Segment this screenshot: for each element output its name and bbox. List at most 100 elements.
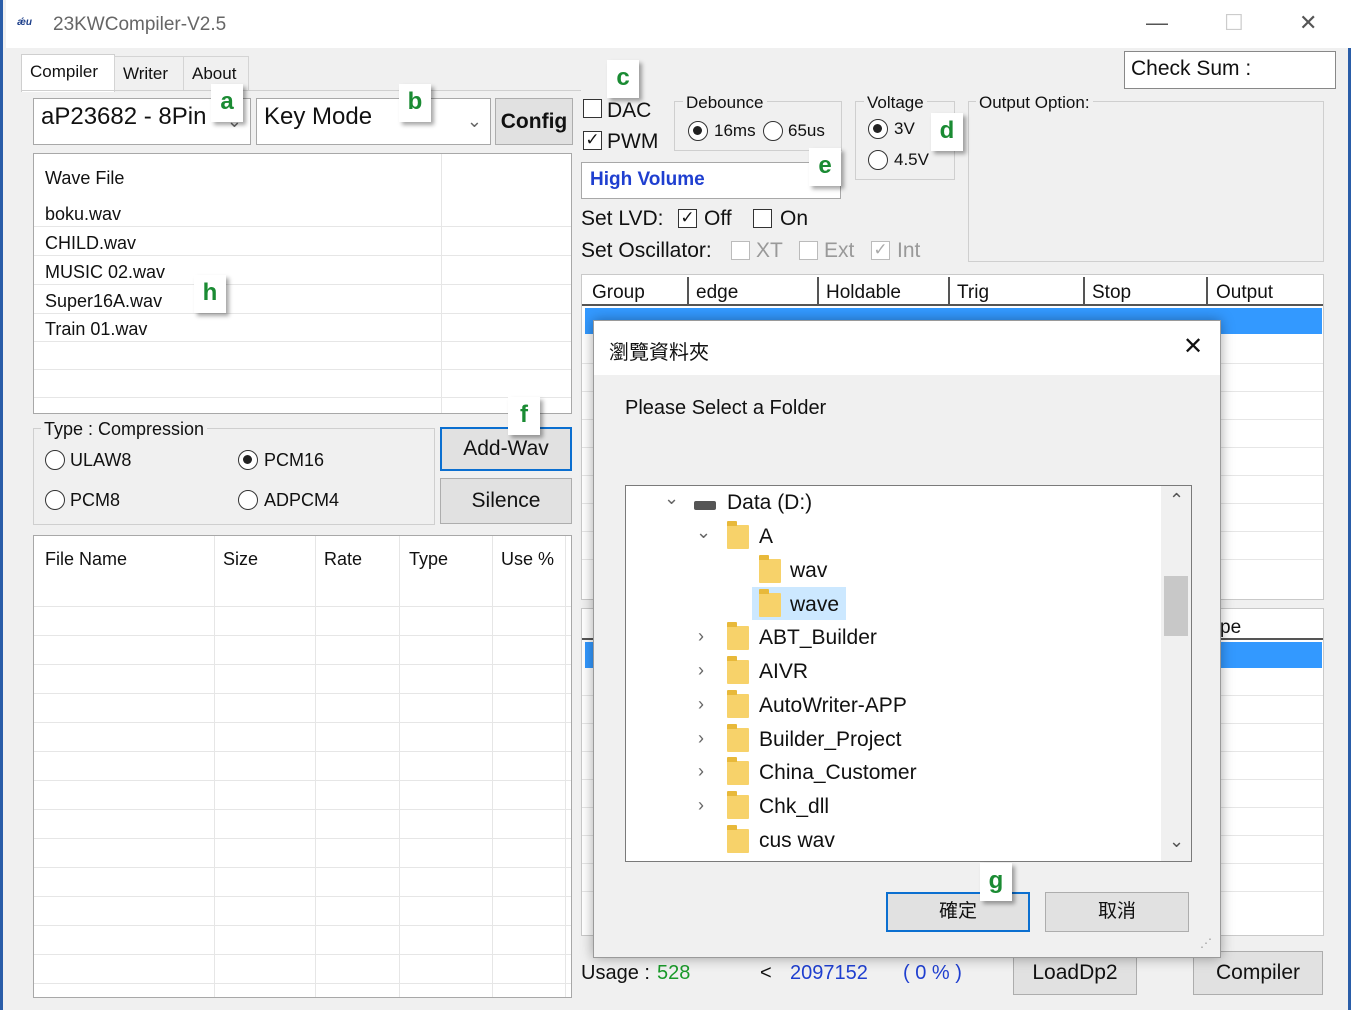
browse-folder-dialog: 瀏覽資料夾 ✕ Please Select a Folder ⌃ ⌄ ⌄ Dat… [593, 320, 1221, 958]
minimize-button[interactable]: — [1146, 10, 1168, 36]
folder-icon [759, 555, 781, 583]
oscillator-int-checkbox[interactable]: ✓ [871, 241, 890, 260]
tab-compiler[interactable]: Compiler [21, 54, 115, 92]
debounce-16ms-label: 16ms [714, 121, 756, 140]
tree-item-cus-wav[interactable]: cus wav [759, 829, 835, 853]
group-table-header-line [582, 304, 1323, 306]
row-line [34, 284, 571, 285]
add-wav-button[interactable]: Add-Wav [440, 427, 572, 471]
annotation-marker-h: h [194, 275, 226, 313]
pcm8-radio[interactable] [45, 490, 65, 510]
annotation-marker-f: f [508, 397, 540, 435]
tree-item-wav[interactable]: wav [790, 559, 827, 583]
dialog-cancel-button[interactable]: 取消 [1045, 892, 1189, 932]
pcm16-radio[interactable] [238, 450, 258, 470]
folder-icon [727, 825, 749, 853]
row-line [34, 896, 571, 897]
tab-divider [21, 90, 581, 91]
file-table: File Name Size Rate Type Use % [33, 535, 572, 998]
tree-item-abt-builder[interactable]: ABT_Builder [759, 626, 877, 650]
usage-value: 528 [657, 962, 691, 984]
pwm-checkbox[interactable]: ✓ [583, 131, 602, 150]
tree-item-autowriter-app[interactable]: AutoWriter-APP [759, 694, 907, 718]
annotation-marker-d: d [931, 113, 963, 151]
tree-item-chk-dll[interactable]: Chk_dll [759, 795, 829, 819]
close-button[interactable]: ✕ [1299, 10, 1317, 36]
chevron-right-icon[interactable]: › [698, 795, 704, 816]
dialog-close-button[interactable]: ✕ [1183, 332, 1203, 361]
list-item[interactable]: boku.wav [45, 204, 121, 225]
group-col-group: Group [592, 282, 645, 303]
dialog-prompt: Please Select a Folder [625, 397, 827, 419]
row-line [34, 954, 571, 955]
folder-tree[interactable]: ⌃ ⌄ ⌄ Data (D:) ⌄ A wav wave › ABT_Build… [625, 485, 1192, 862]
row-line [34, 722, 571, 723]
chevron-down-icon[interactable]: ⌄ [664, 488, 679, 509]
chevron-right-icon[interactable]: › [698, 626, 704, 647]
row-line [34, 369, 571, 370]
col-separator [948, 277, 950, 304]
tree-item-drive[interactable]: Data (D:) [727, 491, 812, 515]
wave-file-list[interactable]: Wave File boku.wav CHILD.wav MUSIC 02.wa… [33, 153, 572, 414]
list-item[interactable]: MUSIC 02.wav [45, 262, 165, 283]
row-line [34, 226, 571, 227]
annotation-marker-g: g [980, 863, 1012, 901]
ulaw8-radio[interactable] [45, 450, 65, 470]
group-col-trig: Trig [957, 282, 990, 303]
oscillator-label: Set Oscillator: [581, 239, 712, 262]
voltage-4v5-radio[interactable] [868, 150, 888, 170]
adpcm4-radio[interactable] [238, 490, 258, 510]
scroll-up-icon[interactable]: ⌃ [1169, 490, 1184, 511]
row-line [34, 313, 571, 314]
list-item[interactable]: Super16A.wav [45, 291, 162, 312]
debounce-65us-radio[interactable] [763, 121, 783, 141]
pwm-label: PWM [607, 130, 659, 153]
chevron-right-icon[interactable]: › [698, 660, 704, 681]
folder-icon [727, 656, 749, 684]
tree-item-a[interactable]: A [759, 525, 773, 549]
chevron-right-icon[interactable]: › [698, 728, 704, 749]
col-separator [1083, 277, 1085, 304]
oscillator-xt-checkbox[interactable] [731, 241, 750, 260]
debounce-16ms-radio[interactable] [688, 121, 708, 141]
folder-icon [727, 724, 749, 752]
col-separator [1206, 277, 1208, 304]
volume-select-value: High Volume [590, 169, 705, 190]
maximize-button[interactable]: ☐ [1224, 10, 1244, 36]
mode-select[interactable]: Key Mode ⌄ [256, 98, 491, 145]
resize-grip-icon[interactable]: ⋰ [1200, 936, 1212, 950]
file-col-size: Size [223, 549, 259, 569]
lvd-on-checkbox[interactable] [753, 209, 772, 228]
scroll-down-icon[interactable]: ⌄ [1169, 831, 1184, 852]
wave-file-header: Wave File [45, 168, 125, 188]
oscillator-ext-checkbox[interactable] [799, 241, 818, 260]
voltage-3v-radio[interactable] [868, 119, 888, 139]
row-line [34, 693, 571, 694]
lvd-off-checkbox[interactable]: ✓ [678, 209, 697, 228]
tree-scrollbar[interactable]: ⌃ ⌄ [1161, 486, 1191, 861]
volume-select[interactable]: High Volume [581, 162, 841, 199]
silence-button[interactable]: Silence [440, 478, 572, 524]
tab-writer[interactable]: Writer [114, 56, 184, 90]
tree-item-builder-project[interactable]: Builder_Project [759, 728, 901, 752]
app-window: ǽu 23KWCompiler-V2.5 — ☐ ✕ Compiler Writ… [0, 0, 1351, 1010]
tree-item-wave[interactable]: wave [790, 593, 839, 617]
chevron-right-icon[interactable]: › [698, 761, 704, 782]
usage-max: 2097152 [790, 962, 868, 984]
dac-checkbox[interactable] [583, 99, 602, 118]
pcm8-label: PCM8 [70, 490, 121, 510]
tree-item-aivr[interactable]: AIVR [759, 660, 808, 684]
file-col-type: Type [409, 549, 449, 569]
list-item[interactable]: CHILD.wav [45, 233, 136, 254]
chevron-down-icon[interactable]: ⌄ [696, 522, 711, 543]
voltage-4v5-label: 4.5V [894, 150, 929, 169]
config-button[interactable]: Config [495, 98, 573, 145]
voltage-3v-label: 3V [894, 119, 915, 138]
oscillator-xt-label: XT [756, 239, 783, 262]
tree-item-china-customer[interactable]: China_Customer [759, 761, 917, 785]
chevron-right-icon[interactable]: › [698, 694, 704, 715]
list-item[interactable]: Train 01.wav [45, 319, 147, 340]
scroll-thumb[interactable] [1164, 576, 1188, 636]
folder-icon [727, 622, 749, 650]
row-line [34, 867, 571, 868]
